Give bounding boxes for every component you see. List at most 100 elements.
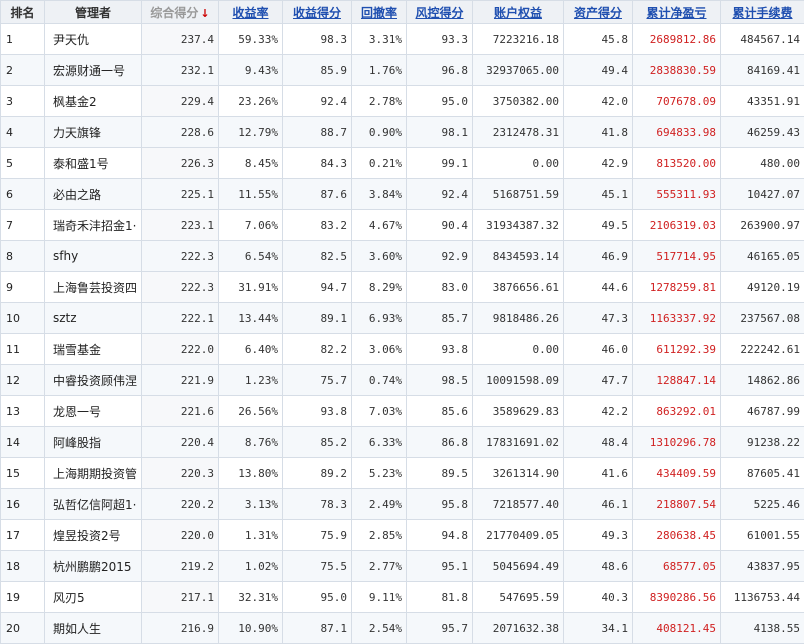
cell-manager: 必由之路 bbox=[44, 178, 142, 210]
cell-rank: 15 bbox=[0, 457, 45, 489]
table-row: 12 中睿投资顾伟涅 221.9 1.23% 75.7 0.74% 98.5 10091598… bbox=[0, 364, 804, 396]
cell-composite-score: 226.3 bbox=[141, 147, 219, 179]
cell-cumulative-pnl: 1278259.81 bbox=[632, 271, 721, 303]
cell-drawdown: 5.23% bbox=[351, 457, 407, 489]
cell-cumulative-fee: 46259.43 bbox=[720, 116, 804, 148]
cell-asset-score: 42.2 bbox=[563, 395, 633, 427]
cell-drawdown: 6.33% bbox=[351, 426, 407, 458]
cell-account-equity: 5045694.49 bbox=[472, 550, 564, 582]
header-cumulative-fee[interactable]: 累计手续费 bbox=[720, 0, 804, 24]
header-return-rate[interactable]: 收益率 bbox=[218, 0, 283, 24]
cell-risk-score: 96.8 bbox=[406, 54, 473, 86]
header-composite-score[interactable]: 综合得分 ↓ bbox=[141, 0, 219, 24]
cell-asset-score: 48.6 bbox=[563, 550, 633, 582]
cell-risk-score: 95.7 bbox=[406, 612, 473, 644]
cell-cumulative-pnl: 2689812.86 bbox=[632, 23, 721, 55]
header-composite-label: 综合得分 bbox=[150, 5, 199, 20]
cell-asset-score: 46.9 bbox=[563, 240, 633, 272]
cell-composite-score: 220.3 bbox=[141, 457, 219, 489]
cell-rank: 6 bbox=[0, 178, 45, 210]
cell-manager: 瑞奇禾沣招金1· bbox=[44, 209, 142, 241]
cell-manager: 中睿投资顾伟涅 bbox=[44, 364, 142, 396]
cell-cumulative-pnl: 434409.59 bbox=[632, 457, 721, 489]
cell-cumulative-pnl: 128847.14 bbox=[632, 364, 721, 396]
cell-return-rate: 8.45% bbox=[218, 147, 283, 179]
cell-return-rate: 9.43% bbox=[218, 54, 283, 86]
cell-risk-score: 94.8 bbox=[406, 519, 473, 551]
cell-manager: 瑞雪基金 bbox=[44, 333, 142, 365]
cell-account-equity: 10091598.09 bbox=[472, 364, 564, 396]
cell-return-rate: 1.23% bbox=[218, 364, 283, 396]
cell-account-equity: 21770409.05 bbox=[472, 519, 564, 551]
cell-rank: 16 bbox=[0, 488, 45, 520]
cell-account-equity: 31934387.32 bbox=[472, 209, 564, 241]
cell-asset-score: 49.3 bbox=[563, 519, 633, 551]
cell-risk-score: 93.8 bbox=[406, 333, 473, 365]
cell-manager: 宏源财通一号 bbox=[44, 54, 142, 86]
cell-rank: 5 bbox=[0, 147, 45, 179]
cell-cumulative-pnl: 8390286.56 bbox=[632, 581, 721, 613]
cell-asset-score: 45.8 bbox=[563, 23, 633, 55]
cell-manager: 阿峰股指 bbox=[44, 426, 142, 458]
cell-drawdown: 3.06% bbox=[351, 333, 407, 365]
table-row: 3 枫基金2 229.4 23.26% 92.4 2.78% 95.0 3750382.00 4… bbox=[0, 85, 804, 117]
cell-cumulative-pnl: 707678.09 bbox=[632, 85, 721, 117]
table-row: 15 上海期期投资管 220.3 13.80% 89.2 5.23% 89.5 3261314… bbox=[0, 457, 804, 489]
table-row: 18 杭州鹏鹏2015 219.2 1.02% 75.5 2.77% 95.1 5045694… bbox=[0, 550, 804, 582]
cell-rank: 20 bbox=[0, 612, 45, 644]
cell-return-score: 78.3 bbox=[282, 488, 352, 520]
cell-cumulative-pnl: 863292.01 bbox=[632, 395, 721, 427]
cell-risk-score: 92.4 bbox=[406, 178, 473, 210]
cell-return-score: 89.2 bbox=[282, 457, 352, 489]
header-return-score[interactable]: 收益得分 bbox=[282, 0, 352, 24]
cell-account-equity: 32937065.00 bbox=[472, 54, 564, 86]
cell-account-equity: 3876656.61 bbox=[472, 271, 564, 303]
header-asset-score[interactable]: 资产得分 bbox=[563, 0, 633, 24]
table-row: 16 弘哲亿信阿超1· 220.2 3.13% 78.3 2.49% 95.8 7218577… bbox=[0, 488, 804, 520]
cell-composite-score: 221.6 bbox=[141, 395, 219, 427]
table-row: 2 宏源财通一号 232.1 9.43% 85.9 1.76% 96.8 32937065.0… bbox=[0, 54, 804, 86]
cell-asset-score: 46.1 bbox=[563, 488, 633, 520]
cell-return-rate: 1.31% bbox=[218, 519, 283, 551]
cell-drawdown: 4.67% bbox=[351, 209, 407, 241]
table-row: 9 上海鲁芸投资四 222.3 31.91% 94.7 8.29% 83.0 3876656.… bbox=[0, 271, 804, 303]
header-rank: 排名 bbox=[0, 0, 45, 24]
cell-return-rate: 12.79% bbox=[218, 116, 283, 148]
cell-composite-score: 219.2 bbox=[141, 550, 219, 582]
cell-risk-score: 95.0 bbox=[406, 85, 473, 117]
cell-composite-score: 220.2 bbox=[141, 488, 219, 520]
cell-asset-score: 45.1 bbox=[563, 178, 633, 210]
cell-cumulative-fee: 84169.41 bbox=[720, 54, 804, 86]
cell-return-score: 93.8 bbox=[282, 395, 352, 427]
cell-cumulative-pnl: 408121.45 bbox=[632, 612, 721, 644]
header-risk-score[interactable]: 风控得分 bbox=[406, 0, 473, 24]
cell-rank: 1 bbox=[0, 23, 45, 55]
table-row: 11 瑞雪基金 222.0 6.40% 82.2 3.06% 93.8 0.00 46.0 611… bbox=[0, 333, 804, 365]
cell-drawdown: 3.60% bbox=[351, 240, 407, 272]
cell-cumulative-fee: 480.00 bbox=[720, 147, 804, 179]
cell-return-rate: 11.55% bbox=[218, 178, 283, 210]
header-account-equity[interactable]: 账户权益 bbox=[472, 0, 564, 24]
table-row: 17 煌昱投资2号 220.0 1.31% 75.9 2.85% 94.8 21770409.… bbox=[0, 519, 804, 551]
cell-drawdown: 0.74% bbox=[351, 364, 407, 396]
cell-cumulative-fee: 43837.95 bbox=[720, 550, 804, 582]
header-drawdown[interactable]: 回撤率 bbox=[351, 0, 407, 24]
cell-composite-score: 229.4 bbox=[141, 85, 219, 117]
header-manager: 管理者 bbox=[44, 0, 142, 24]
cell-drawdown: 2.49% bbox=[351, 488, 407, 520]
cell-asset-score: 46.0 bbox=[563, 333, 633, 365]
cell-manager: 煌昱投资2号 bbox=[44, 519, 142, 551]
cell-return-rate: 23.26% bbox=[218, 85, 283, 117]
cell-rank: 13 bbox=[0, 395, 45, 427]
cell-return-rate: 1.02% bbox=[218, 550, 283, 582]
cell-risk-score: 81.8 bbox=[406, 581, 473, 613]
cell-rank: 8 bbox=[0, 240, 45, 272]
cell-drawdown: 1.76% bbox=[351, 54, 407, 86]
cell-risk-score: 85.6 bbox=[406, 395, 473, 427]
cell-account-equity: 8434593.14 bbox=[472, 240, 564, 272]
cell-rank: 19 bbox=[0, 581, 45, 613]
header-cumulative-pnl[interactable]: 累计净盈亏 bbox=[632, 0, 721, 24]
cell-rank: 10 bbox=[0, 302, 45, 334]
table-row: 13 龙恩一号 221.6 26.56% 93.8 7.03% 85.6 3589629.83… bbox=[0, 395, 804, 427]
cell-return-score: 87.6 bbox=[282, 178, 352, 210]
